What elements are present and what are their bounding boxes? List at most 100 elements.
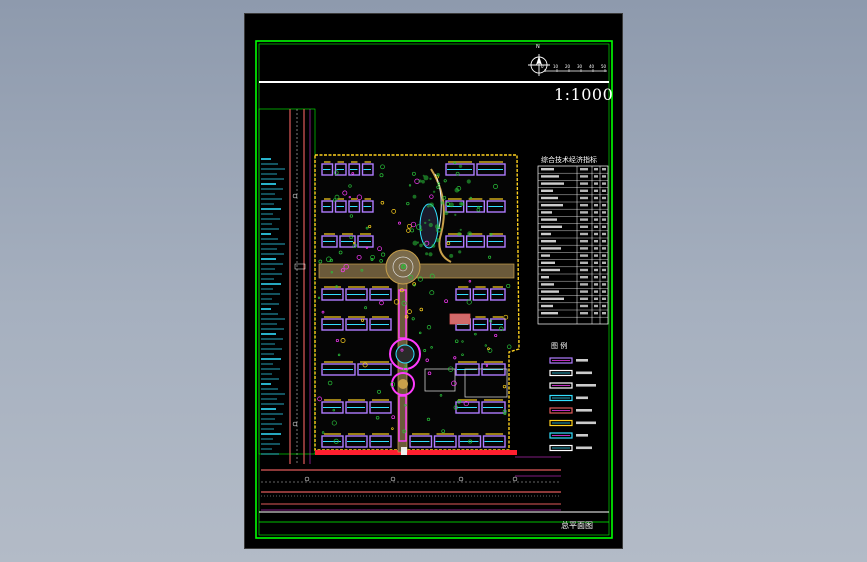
park-tree: [428, 252, 433, 257]
building-path: [458, 399, 477, 401]
table-text-placeholder: [541, 189, 553, 192]
building-path: [364, 198, 371, 200]
park-tree: [459, 228, 462, 231]
park-tree: [424, 221, 427, 225]
table-text-placeholder: [580, 304, 588, 308]
park-tree: [449, 253, 454, 258]
indicator-table: [537, 165, 609, 325]
building-path: [436, 433, 454, 435]
building-path: [348, 433, 365, 435]
table-text-placeholder: [541, 312, 558, 315]
park-tree: [422, 174, 425, 177]
north-label: N: [536, 44, 540, 50]
kindergarten: [449, 313, 471, 325]
park-tree: [418, 179, 422, 183]
building-path: [324, 161, 331, 163]
table-text-placeholder: [541, 283, 554, 286]
table-text-placeholder: [602, 168, 606, 171]
legend-text-placeholder: [576, 409, 592, 412]
scale-number: 20: [565, 64, 571, 69]
park-tree: [457, 232, 462, 236]
park-tree: [412, 240, 418, 246]
table-text-placeholder: [602, 175, 606, 178]
table-text-placeholder: [602, 268, 606, 272]
table-text-placeholder: [602, 225, 606, 228]
park-tree: [434, 224, 440, 229]
building-path: [372, 316, 389, 318]
legend-title: 图 例: [551, 342, 568, 350]
table-text-placeholder: [580, 196, 588, 200]
park-tree: [432, 190, 436, 193]
park-tree: [431, 244, 436, 248]
table-text-placeholder: [602, 261, 606, 264]
table-text-placeholder: [602, 312, 606, 315]
building-path: [448, 161, 472, 163]
table-text-placeholder: [602, 247, 606, 250]
table-text-placeholder: [594, 276, 598, 279]
park-tree: [429, 202, 434, 208]
table-text-placeholder: [594, 232, 598, 236]
legend-text-placeholder: [576, 434, 588, 437]
table-text-placeholder: [580, 268, 588, 272]
table-text-placeholder: [602, 240, 606, 243]
building-path: [324, 286, 341, 288]
west-strip: [258, 108, 316, 464]
table-text-placeholder: [541, 254, 550, 257]
building-path: [324, 233, 335, 235]
park-tree: [458, 250, 462, 254]
table-text-placeholder: [580, 175, 588, 178]
table-text-placeholder: [541, 204, 563, 207]
park-tree: [460, 202, 465, 207]
scale-bar-numbers: 0 10 20 30 40 50: [541, 64, 611, 70]
table-text-placeholder: [594, 312, 598, 315]
table-text-placeholder: [541, 240, 556, 243]
building-path: [475, 286, 486, 288]
park-tree: [436, 173, 440, 177]
table-text-placeholder: [580, 189, 588, 192]
table-text-placeholder: [541, 304, 553, 308]
table-text-placeholder: [594, 218, 598, 221]
table-text-placeholder: [541, 261, 555, 264]
table-text-placeholder: [580, 261, 588, 264]
park-tree: [429, 177, 432, 180]
table-text-placeholder: [594, 175, 598, 178]
table-text-placeholder: [602, 290, 606, 293]
table-text-placeholder: [541, 276, 549, 279]
building-path: [324, 198, 331, 200]
park-tree: [427, 205, 430, 208]
park-tree: [422, 242, 426, 246]
park-tree: [466, 179, 471, 184]
building-path: [484, 399, 503, 401]
building-path: [372, 286, 389, 288]
park-tree: [421, 179, 425, 184]
table-text-placeholder: [602, 189, 606, 192]
table-text-placeholder: [594, 240, 598, 243]
building-path: [484, 361, 503, 363]
table-text-placeholder: [541, 297, 564, 300]
table-text-placeholder: [594, 196, 598, 200]
legend-text-placeholder: [576, 421, 596, 425]
indicator-table-title: 综合技术经济指标: [541, 156, 597, 164]
table-text-placeholder: [602, 283, 606, 286]
table-text-placeholder: [580, 312, 588, 315]
table-text-placeholder: [541, 168, 554, 171]
building-path: [372, 399, 389, 401]
table-text-placeholder: [580, 276, 588, 279]
park-tree: [412, 194, 417, 199]
table-text-placeholder: [541, 232, 551, 236]
park-tree: [467, 231, 472, 237]
building-path: [351, 161, 358, 163]
building-path: [364, 161, 371, 163]
table-text-placeholder: [580, 247, 588, 250]
table-text-placeholder: [541, 211, 552, 214]
table-text-placeholder: [602, 276, 606, 279]
table-text-placeholder: [594, 283, 598, 286]
building-path: [458, 361, 477, 363]
table-text-placeholder: [580, 232, 588, 236]
building-path: [324, 433, 341, 435]
building-path: [412, 433, 430, 435]
scale-number: 30: [577, 64, 583, 69]
park-tree: [435, 238, 440, 243]
park-tree: [419, 243, 423, 248]
park-tree: [454, 187, 460, 193]
